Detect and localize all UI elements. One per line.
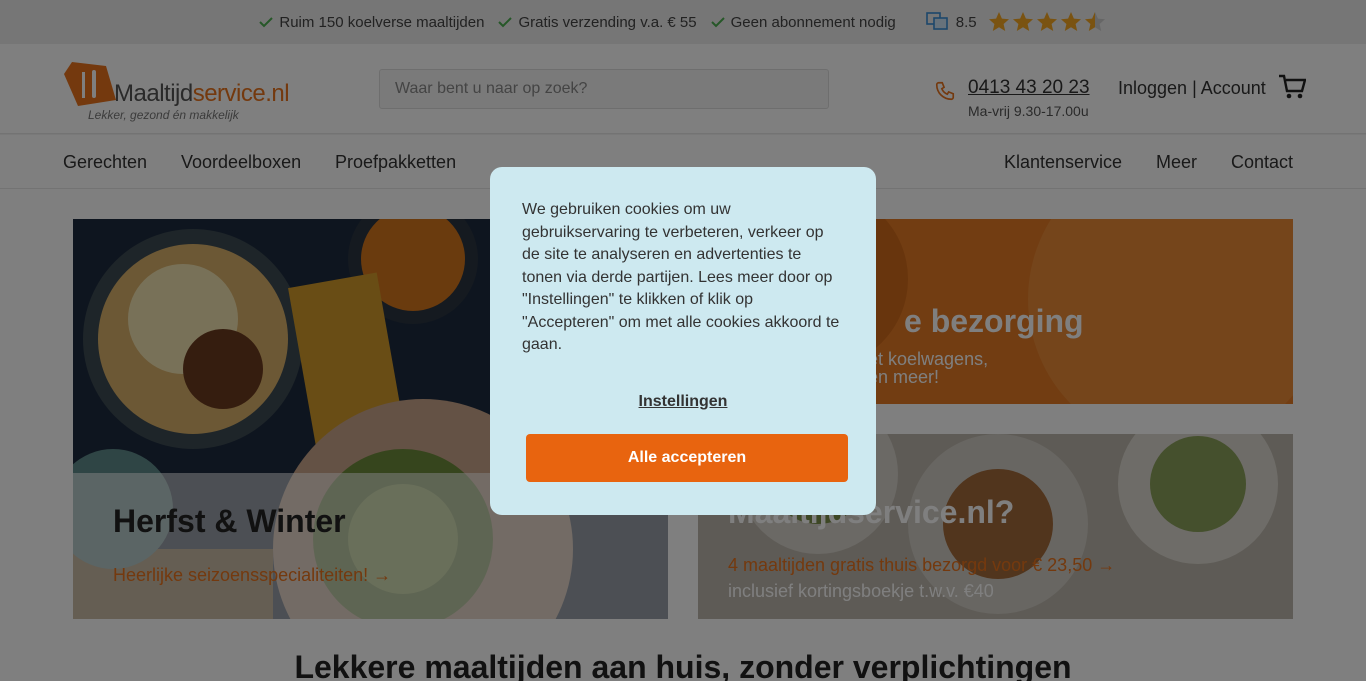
- accept-all-button[interactable]: Alle accepteren: [526, 434, 848, 482]
- cookie-settings-button[interactable]: Instellingen: [490, 393, 876, 411]
- cookie-consent-modal: We gebruiken cookies om uw gebruikservar…: [490, 167, 876, 515]
- cookie-text: We gebruiken cookies om uw gebruikservar…: [522, 201, 840, 353]
